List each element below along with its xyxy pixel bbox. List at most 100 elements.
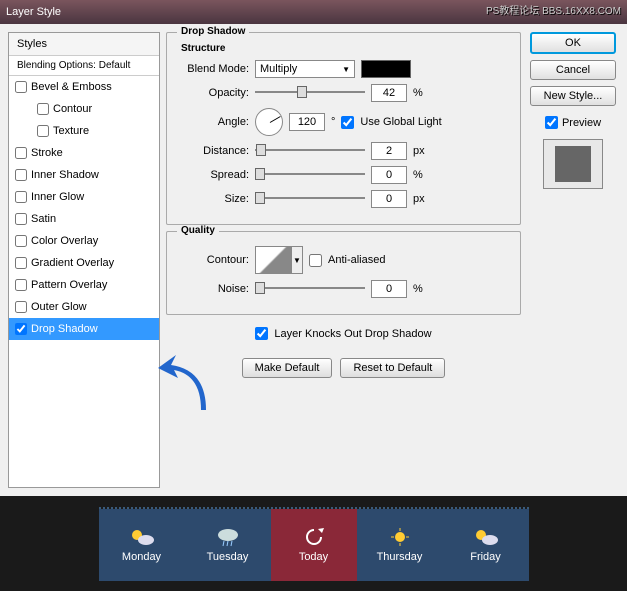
ok-button[interactable]: OK — [530, 32, 616, 54]
preview-checkbox[interactable] — [545, 116, 558, 129]
style-label: Gradient Overlay — [31, 257, 114, 269]
structure-label: Structure — [181, 43, 510, 54]
style-pattern-overlay[interactable]: Pattern Overlay — [9, 274, 159, 296]
preview-swatch — [555, 146, 591, 182]
checkbox-texture[interactable] — [37, 125, 49, 137]
style-drop-shadow[interactable]: Drop Shadow — [9, 318, 159, 340]
cancel-button[interactable]: Cancel — [530, 60, 616, 80]
day-label: Monday — [122, 551, 161, 563]
opacity-input[interactable]: 42 — [371, 84, 407, 102]
angle-input[interactable]: 120 — [289, 113, 325, 131]
opacity-slider[interactable] — [255, 84, 365, 102]
slider-thumb[interactable] — [297, 86, 307, 98]
checkbox-stroke[interactable] — [15, 147, 27, 159]
watermark: PS教程论坛 BBS.16XX8.COM — [486, 2, 621, 17]
spread-input[interactable]: 0 — [371, 166, 407, 184]
rain-cloud-icon — [214, 527, 242, 547]
global-light-label: Use Global Light — [360, 116, 441, 128]
noise-input[interactable]: 0 — [371, 280, 407, 298]
dialog-content: Styles Blending Options: Default Bevel &… — [0, 24, 627, 496]
checkbox-contour[interactable] — [37, 103, 49, 115]
contour-picker[interactable]: ▼ — [255, 246, 303, 274]
style-gradient-overlay[interactable]: Gradient Overlay — [9, 252, 159, 274]
weather-inner: Monday Tuesday Today Thursday Friday — [99, 507, 529, 581]
angle-row: Angle: 120 ° Use Global Light — [177, 108, 510, 136]
day-friday[interactable]: Friday — [443, 509, 529, 581]
checkbox-drop-shadow[interactable] — [15, 323, 27, 335]
knocks-out-checkbox[interactable] — [255, 327, 268, 340]
style-label: Drop Shadow — [31, 323, 98, 335]
contour-dropdown-icon[interactable]: ▼ — [291, 246, 303, 274]
slider-thumb[interactable] — [255, 282, 265, 294]
checkbox-bevel[interactable] — [15, 81, 27, 93]
noise-row: Noise: 0 % — [177, 280, 510, 298]
shadow-color-swatch[interactable] — [361, 60, 411, 78]
make-default-button[interactable]: Make Default — [242, 358, 333, 378]
spread-slider[interactable] — [255, 166, 365, 184]
checkbox-inner-glow[interactable] — [15, 191, 27, 203]
style-texture[interactable]: Texture — [9, 120, 159, 142]
style-bevel-emboss[interactable]: Bevel & Emboss — [9, 76, 159, 98]
antialiased-label: Anti-aliased — [328, 254, 385, 266]
distance-slider[interactable] — [255, 142, 365, 160]
checkbox-pattern-overlay[interactable] — [15, 279, 27, 291]
style-color-overlay[interactable]: Color Overlay — [9, 230, 159, 252]
contour-label: Contour: — [177, 254, 249, 266]
global-light-checkbox[interactable] — [341, 116, 354, 129]
checkbox-color-overlay[interactable] — [15, 235, 27, 247]
style-outer-glow[interactable]: Outer Glow — [9, 296, 159, 318]
distance-input[interactable]: 2 — [371, 142, 407, 160]
drop-shadow-legend: Drop Shadow — [177, 26, 249, 37]
noise-label: Noise: — [177, 283, 249, 295]
sun-cloud-icon — [128, 527, 156, 547]
reset-default-button[interactable]: Reset to Default — [340, 358, 445, 378]
style-inner-glow[interactable]: Inner Glow — [9, 186, 159, 208]
style-label: Pattern Overlay — [31, 279, 107, 291]
size-slider[interactable] — [255, 190, 365, 208]
contour-preview — [255, 246, 291, 274]
style-stroke[interactable]: Stroke — [9, 142, 159, 164]
style-label: Color Overlay — [31, 235, 98, 247]
slider-thumb[interactable] — [255, 192, 265, 204]
checkbox-inner-shadow[interactable] — [15, 169, 27, 181]
main-panel: Drop Shadow Structure Blend Mode: Multip… — [166, 32, 521, 488]
blend-mode-value: Multiply — [260, 63, 297, 75]
right-panel: OK Cancel New Style... Preview — [527, 32, 619, 488]
antialiased-checkbox[interactable] — [309, 254, 322, 267]
new-style-button[interactable]: New Style... — [530, 86, 616, 106]
day-tuesday[interactable]: Tuesday — [185, 509, 271, 581]
quality-legend: Quality — [177, 225, 219, 236]
style-label: Texture — [53, 125, 89, 137]
opacity-unit: % — [413, 87, 423, 99]
day-label: Thursday — [377, 551, 423, 563]
size-input[interactable]: 0 — [371, 190, 407, 208]
noise-unit: % — [413, 283, 423, 295]
styles-header[interactable]: Styles — [9, 33, 159, 56]
day-label: Tuesday — [207, 551, 249, 563]
slider-thumb[interactable] — [256, 144, 266, 156]
distance-label: Distance: — [177, 145, 249, 157]
size-label: Size: — [177, 193, 249, 205]
checkbox-gradient-overlay[interactable] — [15, 257, 27, 269]
day-label: Friday — [470, 551, 501, 563]
blend-mode-select[interactable]: Multiply — [255, 60, 355, 78]
preview-label: Preview — [562, 117, 601, 129]
noise-slider[interactable] — [255, 280, 365, 298]
style-inner-shadow[interactable]: Inner Shadow — [9, 164, 159, 186]
style-satin[interactable]: Satin — [9, 208, 159, 230]
size-row: Size: 0 px — [177, 190, 510, 208]
style-label: Outer Glow — [31, 301, 87, 313]
checkbox-satin[interactable] — [15, 213, 27, 225]
day-monday[interactable]: Monday — [99, 509, 185, 581]
angle-dial[interactable] — [255, 108, 283, 136]
blending-options[interactable]: Blending Options: Default — [9, 56, 159, 76]
styles-panel: Styles Blending Options: Default Bevel &… — [8, 32, 160, 488]
style-contour[interactable]: Contour — [9, 98, 159, 120]
default-buttons: Make Default Reset to Default — [166, 358, 521, 378]
day-thursday[interactable]: Thursday — [357, 509, 443, 581]
day-today[interactable]: Today — [271, 509, 357, 581]
checkbox-outer-glow[interactable] — [15, 301, 27, 313]
blend-mode-label: Blend Mode: — [177, 63, 249, 75]
style-label: Inner Shadow — [31, 169, 99, 181]
slider-thumb[interactable] — [255, 168, 265, 180]
